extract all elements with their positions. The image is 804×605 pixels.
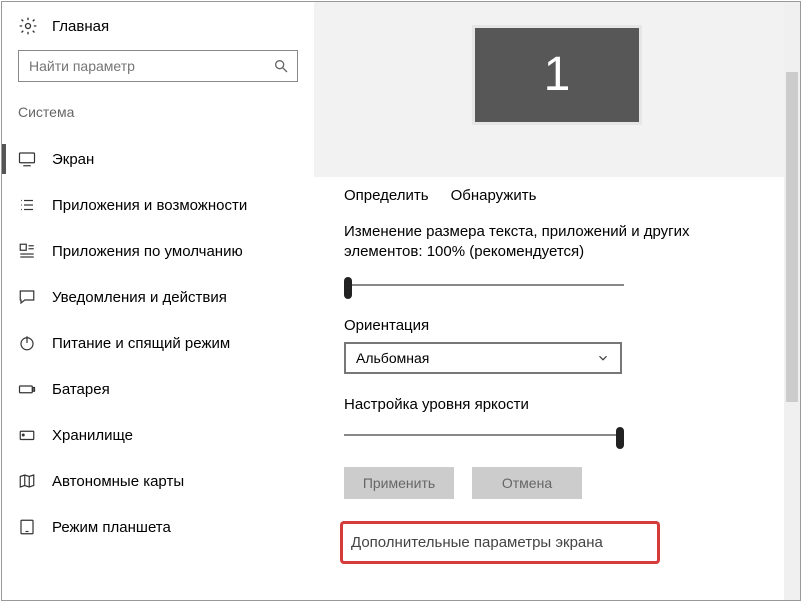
nav-label: Хранилище xyxy=(52,427,133,444)
advanced-display-link[interactable]: Дополнительные параметры экрана xyxy=(351,534,603,551)
nav-item-default-apps[interactable]: Приложения по умолчанию xyxy=(2,228,314,274)
detect-row: Определить Обнаружить xyxy=(314,177,800,204)
gear-icon xyxy=(18,16,38,36)
slider-track xyxy=(344,434,624,436)
identify-link[interactable]: Определить xyxy=(344,187,429,204)
detect-link[interactable]: Обнаружить xyxy=(451,187,537,204)
tablet-icon xyxy=(18,518,36,536)
nav-label: Экран xyxy=(52,151,94,168)
apply-button[interactable]: Применить xyxy=(344,467,454,499)
chat-icon xyxy=(18,288,36,306)
search-input[interactable] xyxy=(27,57,257,75)
monitor-number: 1 xyxy=(544,47,571,102)
home-row[interactable]: Главная xyxy=(2,2,314,46)
search-box[interactable] xyxy=(18,50,298,82)
orientation-value: Альбомная xyxy=(356,350,429,366)
settings-window: Главная Система Экран xyxy=(1,1,801,601)
nav-label: Батарея xyxy=(52,381,110,398)
scale-section: Изменение размера текста, приложений и д… xyxy=(314,204,800,499)
left-pane: Главная Система Экран xyxy=(2,2,314,600)
nav-item-battery[interactable]: Батарея xyxy=(2,366,314,412)
cancel-button[interactable]: Отмена xyxy=(472,467,582,499)
nav-label: Режим планшета xyxy=(52,519,171,536)
chevron-down-icon xyxy=(596,351,610,365)
power-icon xyxy=(18,334,36,352)
battery-icon xyxy=(18,380,36,398)
scale-label: Изменение размера текста, приложений и д… xyxy=(344,222,770,263)
nav-item-display[interactable]: Экран xyxy=(2,136,314,182)
nav-item-storage[interactable]: Хранилище xyxy=(2,412,314,458)
slider-thumb[interactable] xyxy=(616,427,624,449)
slider-track xyxy=(344,284,624,286)
monitor-1[interactable]: 1 xyxy=(472,25,642,125)
advanced-settings-highlight: Дополнительные параметры экрана xyxy=(340,521,660,564)
scroll-thumb[interactable] xyxy=(786,72,798,402)
scrollbar[interactable] xyxy=(784,2,800,600)
default-apps-icon xyxy=(18,242,36,260)
home-label: Главная xyxy=(52,18,109,35)
nav-item-apps[interactable]: Приложения и возможности xyxy=(2,182,314,228)
search-icon xyxy=(273,58,289,74)
nav-label: Приложения и возможности xyxy=(52,197,247,214)
brightness-label: Настройка уровня яркости xyxy=(344,396,770,413)
nav-item-power[interactable]: Питание и спящий режим xyxy=(2,320,314,366)
slider-thumb[interactable] xyxy=(344,277,352,299)
storage-icon xyxy=(18,426,36,444)
monitor-arrangement[interactable]: 1 xyxy=(314,2,800,177)
nav-list: Экран Приложения и возможности xyxy=(2,136,314,550)
button-row: Применить Отмена xyxy=(344,467,770,499)
nav-label: Приложения по умолчанию xyxy=(52,243,243,260)
nav-item-notifications[interactable]: Уведомления и действия xyxy=(2,274,314,320)
map-icon xyxy=(18,472,36,490)
monitor-icon xyxy=(18,150,36,168)
nav-label: Уведомления и действия xyxy=(52,289,227,306)
nav-label: Автономные карты xyxy=(52,473,184,490)
scale-slider[interactable] xyxy=(344,275,624,295)
brightness-slider[interactable] xyxy=(344,425,624,445)
nav-label: Питание и спящий режим xyxy=(52,335,230,352)
orientation-label: Ориентация xyxy=(344,317,770,334)
right-pane: 1 Определить Обнаружить Изменение размер… xyxy=(314,2,800,600)
category-label: Система xyxy=(2,82,314,130)
nav-item-maps[interactable]: Автономные карты xyxy=(2,458,314,504)
orientation-dropdown[interactable]: Альбомная xyxy=(344,342,622,374)
nav-item-tablet[interactable]: Режим планшета xyxy=(2,504,314,550)
list-icon xyxy=(18,196,36,214)
